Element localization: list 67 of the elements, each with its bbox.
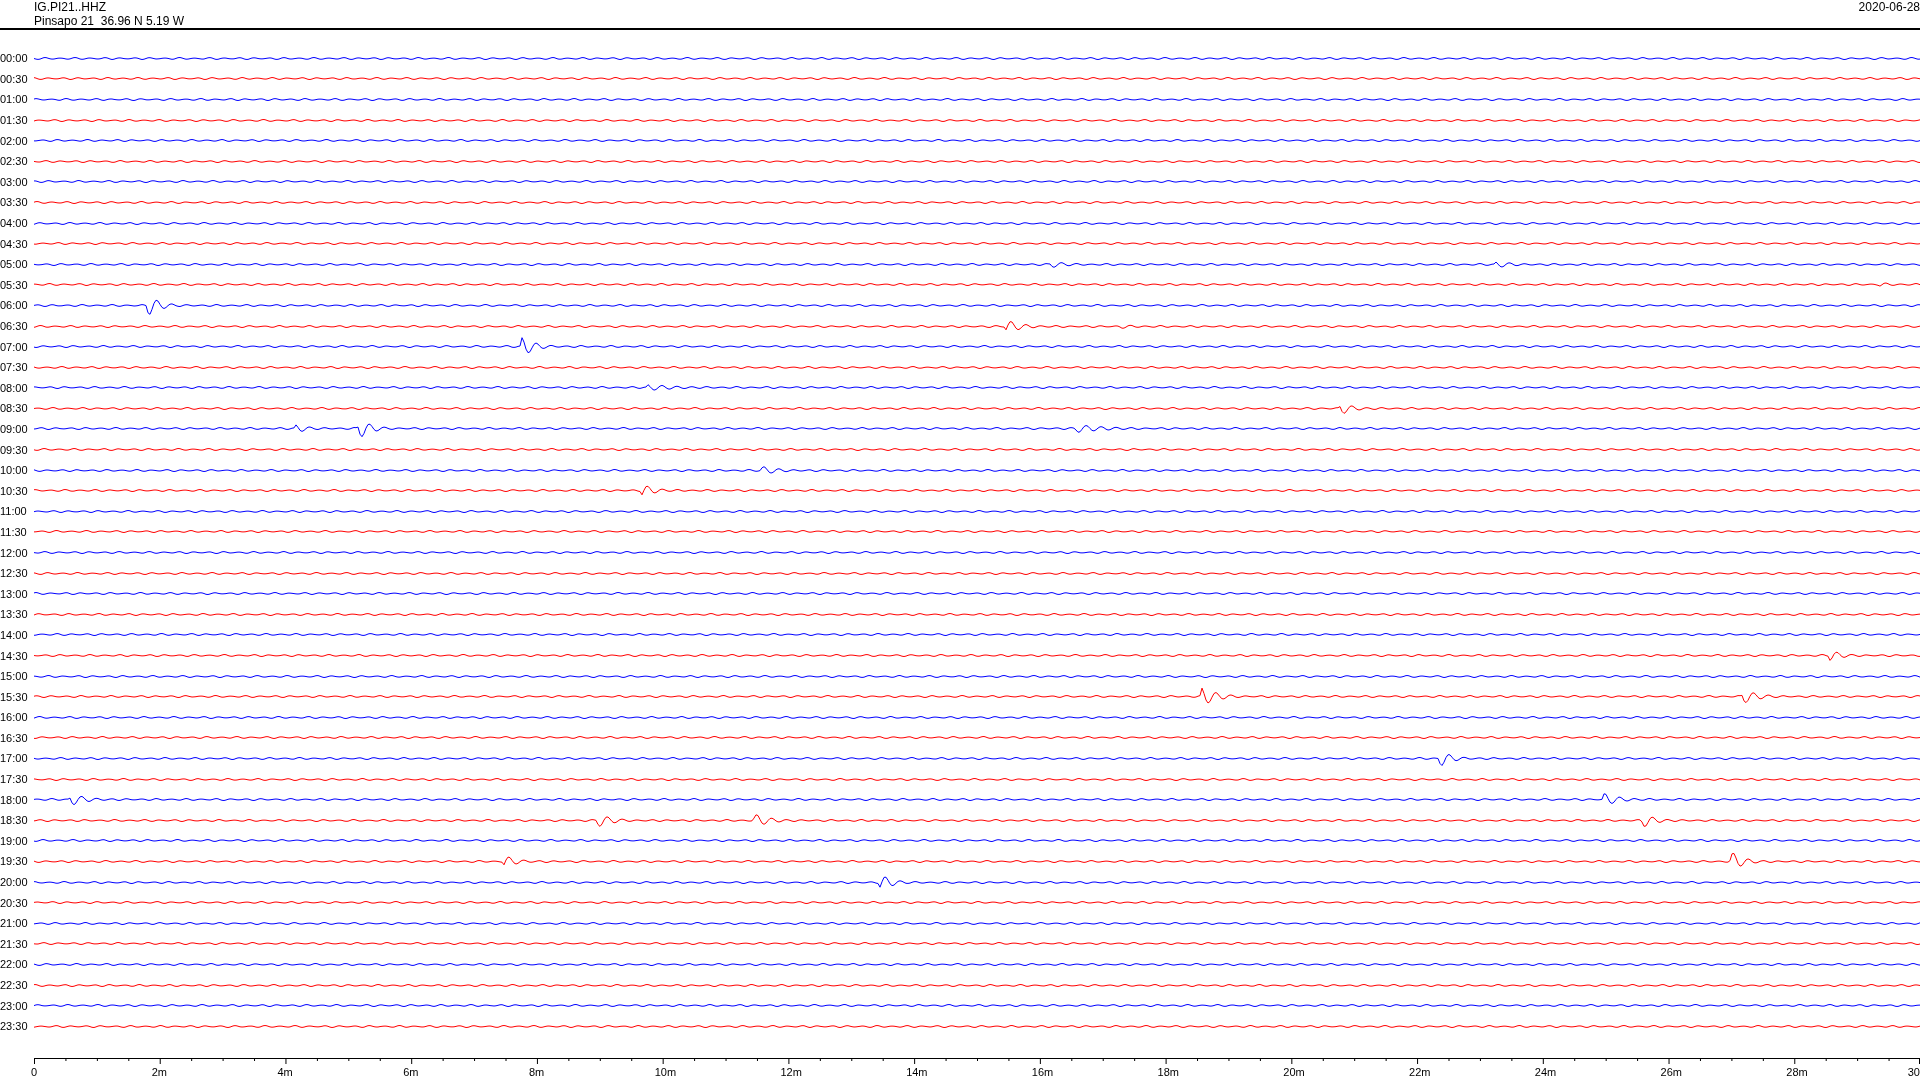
axis-label: 14m (906, 1066, 928, 1079)
time-label: 08:30 (0, 402, 29, 415)
time-label: 09:00 (0, 423, 29, 435)
time-label: 13:30 (0, 608, 29, 621)
time-label: 01:30 (0, 114, 29, 127)
axis-label: 18m (1157, 1066, 1179, 1079)
time-label: 04:30 (0, 237, 29, 250)
time-label: 08:00 (0, 381, 29, 394)
time-label: 04:00 (0, 217, 29, 230)
time-label: 05:30 (0, 278, 29, 291)
time-label: 00:30 (0, 72, 29, 85)
time-label: 19:30 (0, 855, 29, 868)
time-label: 09:30 (0, 443, 29, 456)
time-label: 12:00 (0, 546, 29, 559)
time-label: 18:00 (0, 793, 29, 806)
time-label: 07:30 (0, 361, 29, 374)
time-label: 17:30 (0, 773, 29, 786)
axis-label: 0 (31, 1066, 38, 1079)
axis-label: 2m (151, 1066, 167, 1079)
axis-label: 10m (654, 1066, 677, 1079)
time-label: 23:30 (0, 1020, 29, 1033)
time-label: 23:00 (0, 999, 29, 1012)
time-label: 21:30 (0, 937, 29, 950)
time-label: 16:30 (0, 731, 29, 744)
time-label: 20:00 (0, 876, 29, 889)
axis-label: 24m (1534, 1066, 1557, 1079)
time-label: 14:00 (0, 628, 29, 641)
time-label: 00:00 (0, 52, 29, 65)
axis-label: 4m (277, 1066, 293, 1079)
axis-label: 20m (1283, 1066, 1305, 1079)
axis-label: 12m (780, 1066, 802, 1079)
time-label: 20:30 (0, 896, 29, 909)
time-label: 10:30 (0, 484, 29, 497)
time-label: 01:00 (0, 93, 29, 106)
time-label: 02:30 (0, 155, 29, 168)
time-label: 16:00 (0, 711, 29, 724)
time-label: 06:30 (0, 320, 29, 332)
time-label: 18:30 (0, 814, 29, 827)
time-label: 21:00 (0, 917, 29, 930)
time-label: 06:00 (0, 299, 29, 312)
station-location: Pinsapo 21 36.96 N 5.19 W (34, 14, 185, 28)
time-label: 02:00 (0, 134, 29, 147)
time-label: 07:00 (0, 340, 29, 353)
time-label: 11:30 (0, 525, 28, 538)
axis-label: 16m (1031, 1066, 1054, 1079)
time-label: 13:00 (0, 587, 29, 600)
axis-label: 8m (528, 1066, 545, 1079)
time-label: 17:00 (0, 752, 29, 765)
date-label: 2020-06-28 (1858, 0, 1920, 16)
time-label: 12:30 (0, 567, 29, 580)
axis-label: 28m (1786, 1066, 1808, 1079)
axis-label: 22m (1409, 1066, 1431, 1079)
time-label: 22:00 (0, 958, 29, 971)
axis-label: 26m (1660, 1066, 1682, 1079)
time-label: 11:00 (0, 505, 28, 518)
time-label: 14:30 (0, 649, 29, 662)
time-label: 15:30 (0, 690, 29, 703)
time-label: 22:30 (0, 979, 29, 991)
time-label: 03:00 (0, 175, 29, 188)
time-label: 05:00 (0, 258, 29, 271)
axis-label: 30 (1907, 1066, 1920, 1079)
station-code: IG.PI21..HHZ (34, 0, 108, 14)
time-label: 10:00 (0, 464, 29, 477)
time-label: 03:30 (0, 196, 29, 209)
time-label: 19:00 (0, 834, 29, 847)
time-label: 15:00 (0, 670, 29, 683)
axis-label: 6m (403, 1066, 419, 1079)
